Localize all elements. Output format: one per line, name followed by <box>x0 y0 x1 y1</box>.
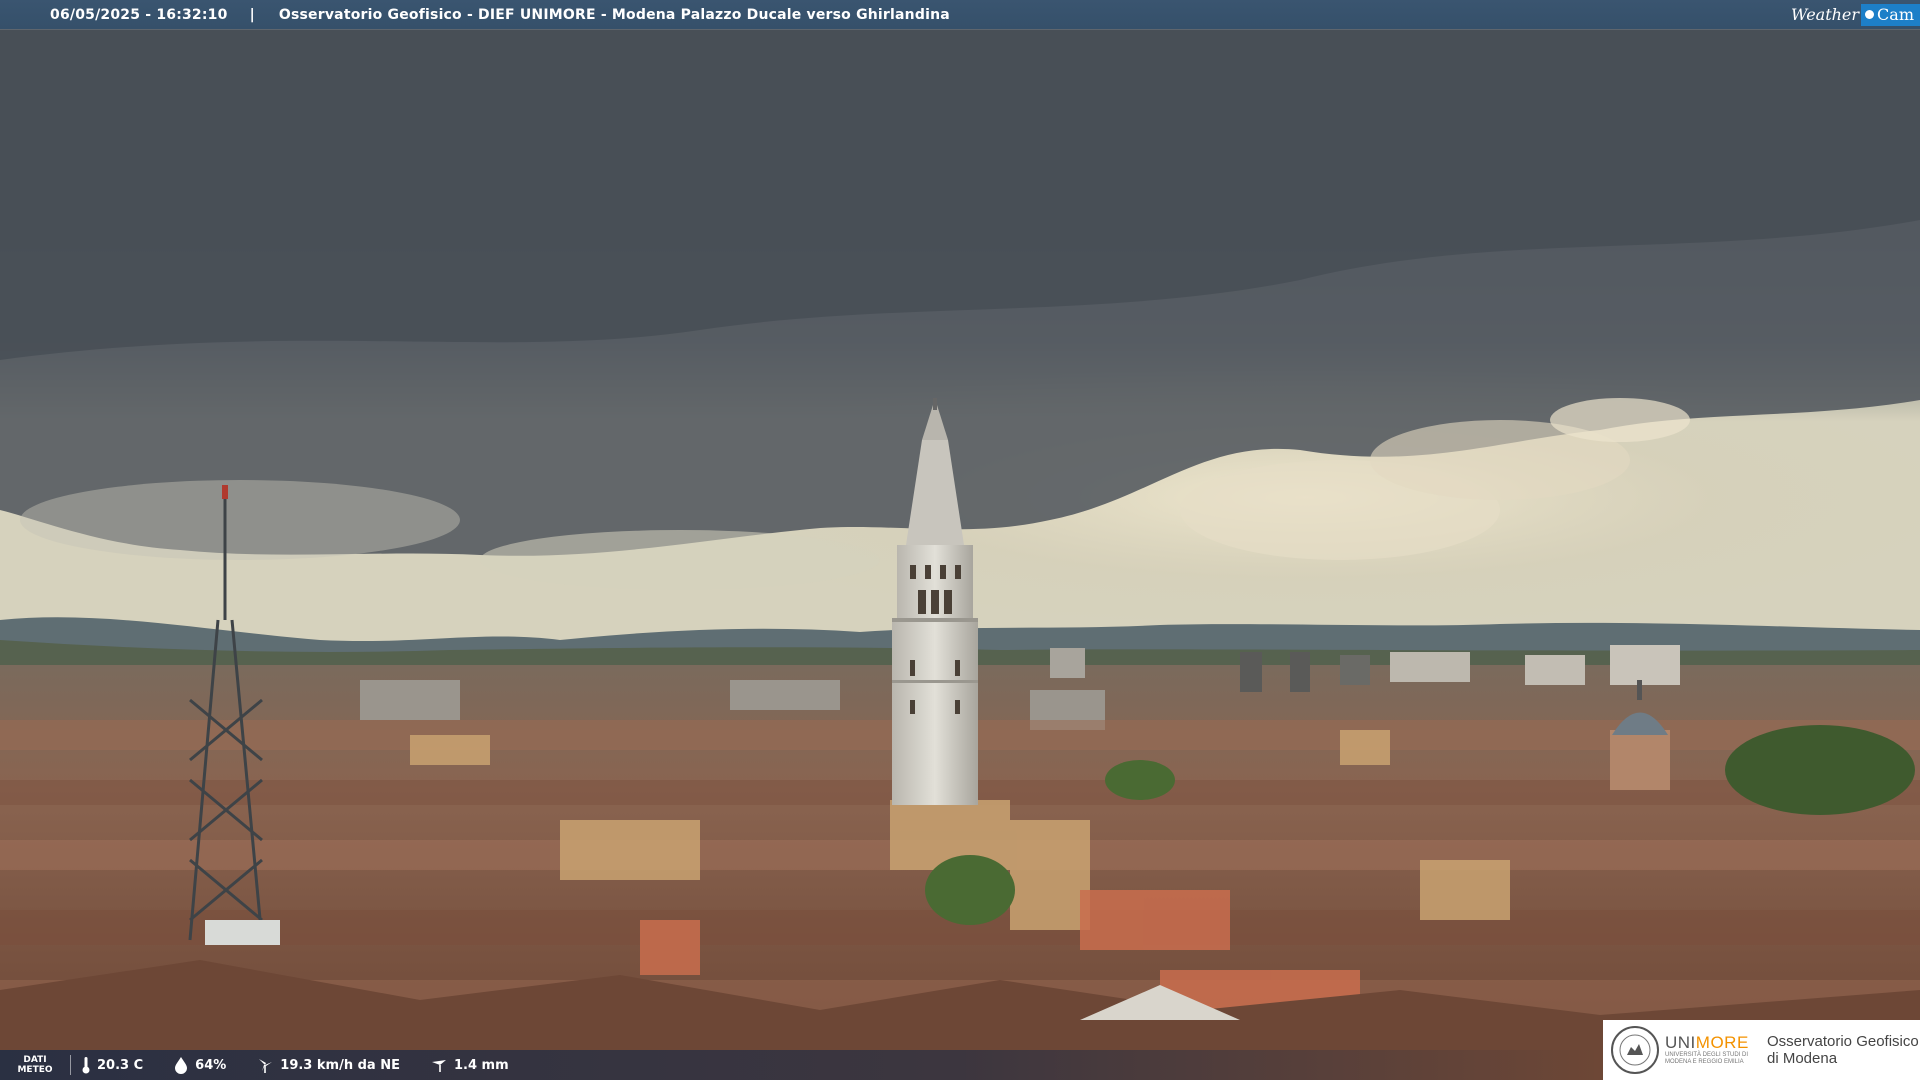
unimore-name-part1: UNI <box>1665 1033 1696 1052</box>
university-seal-icon <box>1611 1026 1659 1074</box>
top-banner: 06/05/2025 - 16:32:10 | Osservatorio Geo… <box>0 0 1920 29</box>
weathercam-logo: Weather Cam <box>1791 0 1920 29</box>
temperature-reading: 20.3 C <box>81 1056 143 1074</box>
temperature-value: 20.3 C <box>97 1057 144 1073</box>
wind-value: 19.3 km/h da NE <box>280 1057 400 1073</box>
camera-title: Osservatorio Geofisico - DIEF UNIMORE - … <box>278 6 950 23</box>
observatory-logo: UNIMORE UNIVERSITÀ DEGLI STUDI DI MODENA… <box>1603 1020 1920 1080</box>
unimore-subtitle: UNIVERSITÀ DEGLI STUDI DI MODENA E REGGI… <box>1665 1052 1749 1065</box>
camera-lens-icon <box>1865 10 1875 19</box>
thermometer-icon <box>82 1057 90 1074</box>
rain-reading: 1.4 mm <box>430 1056 509 1074</box>
observatory-name-line2: di Modena <box>1767 1050 1838 1067</box>
unimore-wordmark: UNIMORE UNIVERSITÀ DEGLI STUDI DI MODENA… <box>1665 1034 1757 1066</box>
webcam-scene <box>0 0 1920 1080</box>
brand-cam: Cam <box>1877 5 1914 24</box>
wind-turbine-icon <box>259 1059 273 1073</box>
webcam-frame: 06/05/2025 - 16:32:10 | Osservatorio Geo… <box>0 0 1920 1080</box>
meteo-label-line1: DATI <box>23 1055 47 1065</box>
brand-weather: Weather <box>1791 5 1860 24</box>
humidity-drop-icon <box>175 1057 188 1074</box>
observatory-name: Osservatorio Geofisico di Modena <box>1767 1033 1919 1067</box>
rain-value: 1.4 mm <box>453 1057 509 1073</box>
meteo-bar: DATI METEO 20.3 C 64% 19.3 km/h da NE 1.… <box>0 1050 1600 1080</box>
observatory-name-line1: Osservatorio Geofisico <box>1767 1033 1919 1050</box>
humidity-value: 64% <box>195 1057 227 1073</box>
wind-reading: 19.3 km/h da NE <box>256 1056 400 1074</box>
unimore-name: UNIMORE <box>1665 1034 1757 1052</box>
timestamp: 06/05/2025 - 16:32:10 <box>50 6 228 23</box>
rain-gauge-icon <box>431 1060 446 1072</box>
meteo-label-line2: METEO <box>17 1065 53 1075</box>
unimore-name-part2: MORE <box>1695 1033 1749 1052</box>
humidity-reading: 64% <box>173 1056 226 1074</box>
title-separator: | <box>249 6 255 23</box>
brand-cam-box: Cam <box>1861 3 1920 26</box>
meteo-label: DATI METEO <box>0 1055 71 1075</box>
